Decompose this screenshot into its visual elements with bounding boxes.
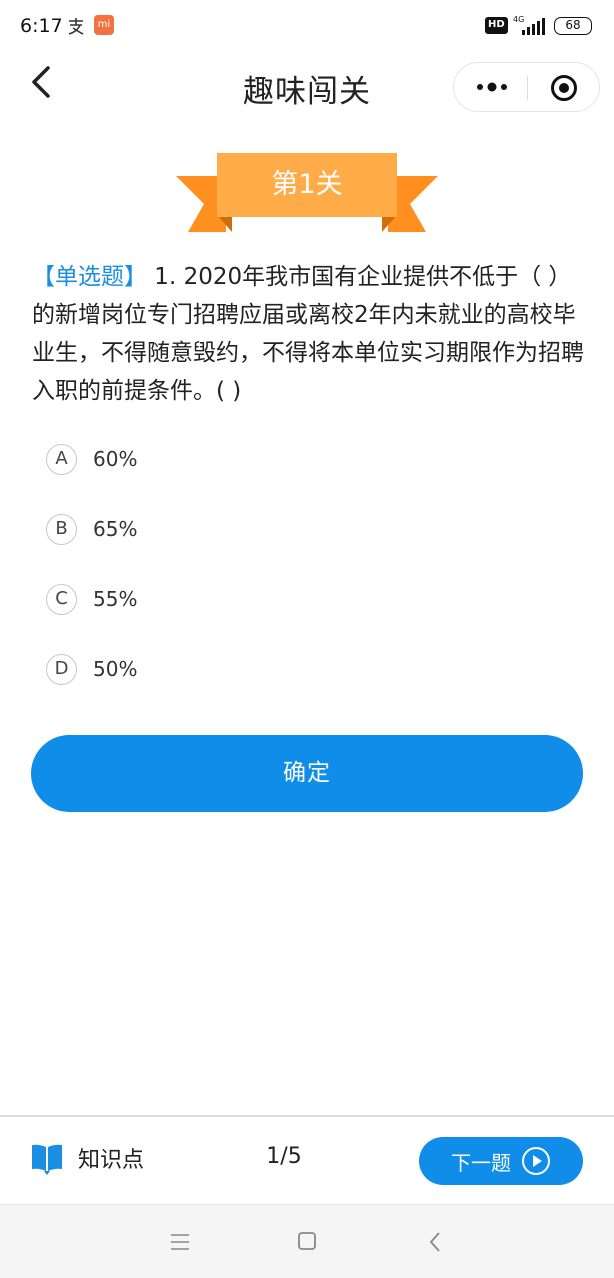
option-letter: B	[46, 513, 77, 545]
capsule-divider	[527, 76, 528, 100]
back-icon[interactable]	[428, 1231, 442, 1253]
signal-icon: 4G	[513, 15, 545, 35]
target-circle-icon[interactable]	[550, 74, 578, 102]
more-dots-icon[interactable]	[472, 77, 512, 97]
option-text: 50%	[93, 657, 138, 681]
knowledge-point-button[interactable]: 知识点	[30, 1140, 144, 1176]
option-letter: C	[46, 583, 77, 615]
confirm-button[interactable]: 确定	[31, 735, 583, 812]
question-text: 【单选题】 1. 2020年我市国有企业提供不低于（ ）的新增岗位专门招聘应届或…	[32, 258, 588, 410]
knowledge-label: 知识点	[78, 1148, 145, 1173]
alipay-icon	[68, 18, 84, 35]
mi-app-icon: mi	[94, 15, 114, 35]
status-bar: 6:17 mi HD 4G 68	[0, 0, 614, 54]
option-a[interactable]: A 60%	[46, 442, 137, 476]
question-type: 【单选题】	[32, 264, 147, 290]
option-d[interactable]: D 50%	[46, 652, 137, 686]
next-question-button[interactable]: 下一题	[419, 1137, 583, 1185]
next-label: 下一题	[451, 1150, 511, 1175]
home-square-icon[interactable]	[297, 1231, 317, 1251]
option-letter: D	[46, 653, 77, 685]
play-circle-icon	[522, 1147, 550, 1175]
menu-icon[interactable]	[170, 1233, 190, 1251]
option-text: 65%	[93, 517, 138, 541]
option-text: 55%	[93, 587, 138, 611]
level-label: 第1关	[217, 153, 397, 217]
bottom-divider	[0, 1115, 614, 1117]
option-text: 60%	[93, 447, 138, 471]
status-time: 6:17	[20, 15, 63, 37]
option-c[interactable]: C 55%	[46, 582, 137, 616]
mini-program-capsule	[453, 62, 600, 112]
option-letter: A	[46, 443, 77, 475]
battery-indicator: 68	[554, 17, 592, 35]
system-nav-bar	[0, 1204, 614, 1278]
book-icon	[32, 1144, 62, 1175]
hd-badge: HD	[485, 17, 508, 34]
svg-text:4G: 4G	[513, 15, 524, 24]
question-progress: 1/5	[266, 1144, 302, 1169]
option-b[interactable]: B 65%	[46, 512, 137, 546]
